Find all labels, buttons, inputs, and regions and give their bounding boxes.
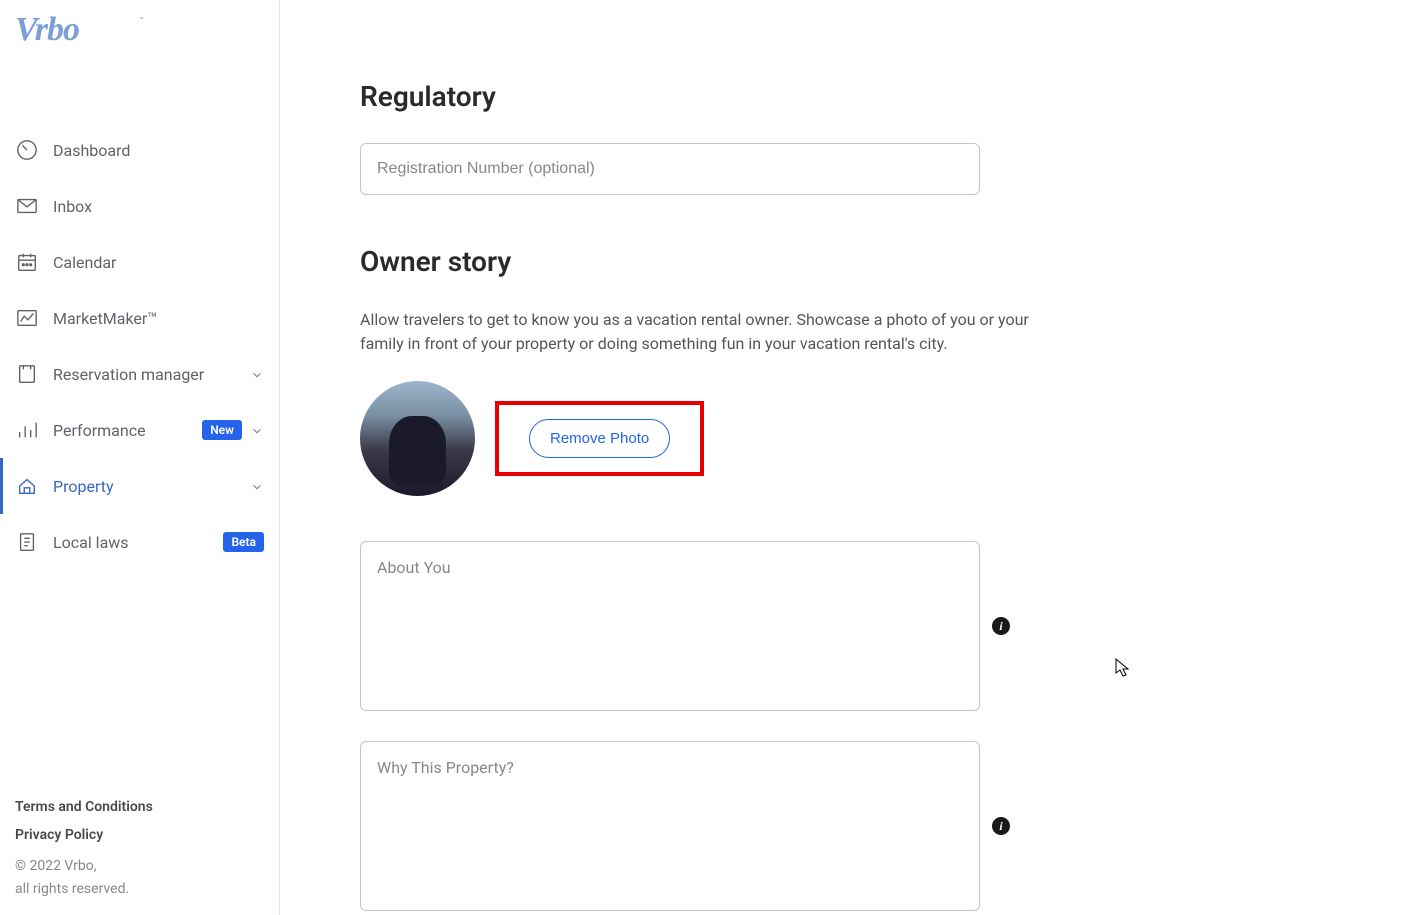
chevron-down-icon <box>250 423 264 437</box>
privacy-link[interactable]: Privacy Policy <box>15 827 264 843</box>
info-icon[interactable]: i <box>992 817 1010 835</box>
chevron-down-icon <box>250 479 264 493</box>
vrbo-logo-icon: Vrbo ™ <box>15 8 145 48</box>
brand-logo[interactable]: Vrbo ™ <box>0 0 279 82</box>
dashboard-icon <box>15 138 39 162</box>
sidebar-item-label: Calendar <box>53 253 264 272</box>
chevron-down-icon <box>250 367 264 381</box>
sidebar: Vrbo ™ Dashboard Inbox Calendar <box>0 0 280 915</box>
owner-avatar <box>360 381 475 496</box>
remove-photo-button[interactable]: Remove Photo <box>529 419 670 458</box>
regulatory-heading: Regulatory <box>360 80 1327 113</box>
terms-link[interactable]: Terms and Conditions <box>15 799 264 815</box>
about-you-wrap: i <box>360 541 1327 711</box>
sidebar-item-property[interactable]: Property <box>0 458 279 514</box>
info-icon[interactable]: i <box>992 617 1010 635</box>
sidebar-item-label: Local laws <box>53 533 215 552</box>
locallaws-icon <box>15 530 39 554</box>
sidebar-item-dashboard[interactable]: Dashboard <box>0 122 279 178</box>
sidebar-item-label: Dashboard <box>53 141 264 160</box>
sidebar-item-label: MarketMaker™ <box>53 309 264 328</box>
main-content: Regulatory Owner story Allow travelers t… <box>280 0 1407 915</box>
why-property-textarea[interactable] <box>360 741 980 911</box>
sidebar-item-calendar[interactable]: Calendar <box>0 234 279 290</box>
sidebar-nav: Dashboard Inbox Calendar MarketMaker™ Re <box>0 82 279 784</box>
sidebar-item-local-laws[interactable]: Local laws Beta <box>0 514 279 570</box>
svg-text:™: ™ <box>139 16 143 24</box>
sidebar-item-label: Property <box>53 477 242 496</box>
new-badge: New <box>202 420 242 440</box>
sidebar-item-label: Reservation manager <box>53 365 242 384</box>
owner-story-description: Allow travelers to get to know you as a … <box>360 308 1050 356</box>
sidebar-item-reservation-manager[interactable]: Reservation manager <box>0 346 279 402</box>
performance-icon <box>15 418 39 442</box>
sidebar-footer: Terms and Conditions Privacy Policy © 20… <box>0 784 279 915</box>
property-icon <box>15 474 39 498</box>
why-property-wrap: i <box>360 741 1327 911</box>
sidebar-item-marketmaker[interactable]: MarketMaker™ <box>0 290 279 346</box>
registration-number-input[interactable] <box>360 143 980 195</box>
inbox-icon <box>15 194 39 218</box>
reservation-icon <box>15 362 39 386</box>
marketmaker-icon <box>15 306 39 330</box>
sidebar-item-inbox[interactable]: Inbox <box>0 178 279 234</box>
highlight-annotation: Remove Photo <box>495 401 704 476</box>
owner-story-heading: Owner story <box>360 245 1327 278</box>
sidebar-item-label: Performance <box>53 421 194 440</box>
about-you-textarea[interactable] <box>360 541 980 711</box>
calendar-icon <box>15 250 39 274</box>
sidebar-item-performance[interactable]: Performance New <box>0 402 279 458</box>
beta-badge: Beta <box>223 532 264 552</box>
copyright-text: © 2022 Vrbo, all rights reserved. <box>15 855 264 900</box>
sidebar-item-label: Inbox <box>53 197 264 216</box>
svg-text:Vrbo: Vrbo <box>15 11 79 48</box>
photo-row: Remove Photo <box>360 381 1327 496</box>
